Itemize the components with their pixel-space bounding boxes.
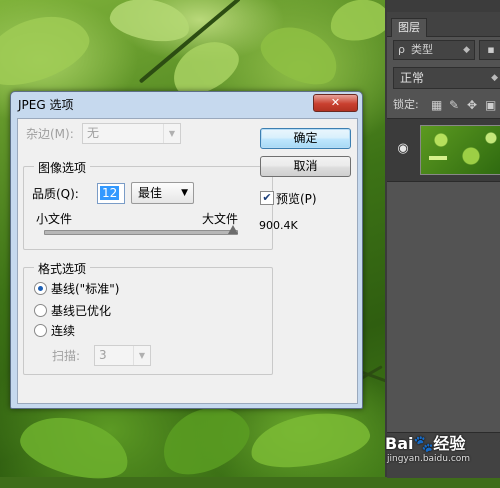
updown-arrow-icon: ◆ [463, 45, 470, 55]
quality-preset-select[interactable]: 最佳 ▼ [131, 182, 194, 204]
quality-input[interactable]: 12 [97, 183, 125, 204]
scans-label: 扫描: [52, 349, 81, 363]
lock-all-icon[interactable]: ▣ [485, 97, 496, 113]
chevron-down-icon: ▼ [181, 188, 188, 198]
lock-label: 锁定: [393, 98, 419, 111]
preview-checkbox[interactable]: ✔ [260, 191, 274, 205]
ok-button[interactable]: 确定 [260, 128, 351, 149]
watermark-logo: Bai🐾经验 [385, 434, 466, 453]
search-icon: ρ [398, 43, 405, 56]
layers-panel: 图层 ρ 类型 ◆ ▪ 正常 ◆ 锁定: ▦ ✎ ✥ ▣ ◉ [385, 0, 500, 478]
lock-row: 锁定: ▦ ✎ ✥ ▣ [393, 97, 500, 113]
matte-label: 杂边(M): [26, 127, 74, 141]
watermark: Bai🐾经验 jingyan.baidu.com [385, 426, 500, 474]
scans-value: 3 [99, 348, 107, 362]
thumb-highlight [429, 156, 447, 160]
lock-paint-icon[interactable]: ✎ [449, 97, 459, 113]
tab-layers[interactable]: 图层 [391, 18, 427, 37]
radio-baseline-standard[interactable] [34, 282, 47, 295]
preview-label: 预览(P) [276, 192, 317, 206]
image-options-title: 图像选项 [34, 159, 91, 176]
radio-baseline-standard-label: 基线("标准") [51, 282, 120, 296]
close-icon: ✕ [330, 96, 341, 109]
radio-progressive[interactable] [34, 324, 47, 337]
jpeg-options-dialog: JPEG 选项 ✕ 杂边(M): 无 ▼ 图像选项 品质(Q): 12 最佳 ▼… [10, 91, 363, 409]
blend-mode-label: 正常 [400, 71, 425, 85]
layer-filter-label: 类型 [411, 43, 433, 56]
lock-transparent-icon[interactable]: ▦ [431, 97, 442, 113]
format-options-title: 格式选项 [34, 260, 91, 277]
chevron-down-icon: ▼ [163, 124, 180, 143]
layers-tabbar: 图层 [387, 12, 500, 37]
quality-preset-value: 最佳 [138, 186, 163, 200]
close-button[interactable]: ✕ [313, 94, 358, 112]
scans-select[interactable]: 3 ▼ [94, 345, 151, 366]
lock-move-icon[interactable]: ✥ [467, 97, 477, 113]
chevron-down-icon: ▼ [133, 346, 150, 365]
leaf-shape [14, 406, 136, 488]
format-options-group: 格式选项 基线("标准") 基线已优化 连续 扫描: 3 ▼ [23, 260, 273, 375]
radio-baseline-optimized[interactable] [34, 304, 47, 317]
quality-label: 品质(Q): [32, 187, 79, 201]
quality-slider-track[interactable] [44, 230, 238, 235]
quality-slider-thumb[interactable] [228, 225, 238, 234]
matte-select[interactable]: 无 ▼ [82, 123, 181, 144]
image-options-group: 图像选项 品质(Q): 12 最佳 ▼ 小文件 大文件 [23, 159, 273, 250]
layer-row[interactable]: ◉ [387, 118, 500, 182]
panel-top-strip [387, 0, 500, 12]
leaf-shape [107, 0, 193, 47]
leaf-shape [0, 2, 97, 98]
updown-arrow-icon: ◆ [491, 73, 498, 83]
visibility-eye-icon[interactable]: ◉ [395, 141, 411, 157]
blend-mode-dropdown[interactable]: 正常 ◆ [393, 67, 500, 89]
cancel-button[interactable]: 取消 [260, 156, 351, 177]
layer-filter-dropdown[interactable]: ρ 类型 ◆ [393, 40, 475, 60]
radio-baseline-optimized-label: 基线已优化 [51, 304, 112, 318]
dialog-titlebar[interactable]: JPEG 选项 ✕ [11, 92, 362, 116]
image-filter-icon[interactable]: ▪ [479, 40, 500, 60]
quality-value: 12 [100, 186, 120, 200]
dialog-client: 杂边(M): 无 ▼ 图像选项 品质(Q): 12 最佳 ▼ 小文件 大文件 格… [17, 118, 358, 404]
small-file-label: 小文件 [36, 212, 73, 226]
file-size: 900.4K [259, 219, 298, 232]
dialog-title: JPEG 选项 [18, 98, 74, 112]
leaf-shape [246, 404, 374, 476]
layer-thumbnail [420, 125, 500, 175]
matte-value: 无 [87, 126, 100, 140]
watermark-url: jingyan.baidu.com [387, 454, 471, 464]
radio-progressive-label: 连续 [51, 324, 76, 338]
leaf-shape [326, 0, 394, 45]
